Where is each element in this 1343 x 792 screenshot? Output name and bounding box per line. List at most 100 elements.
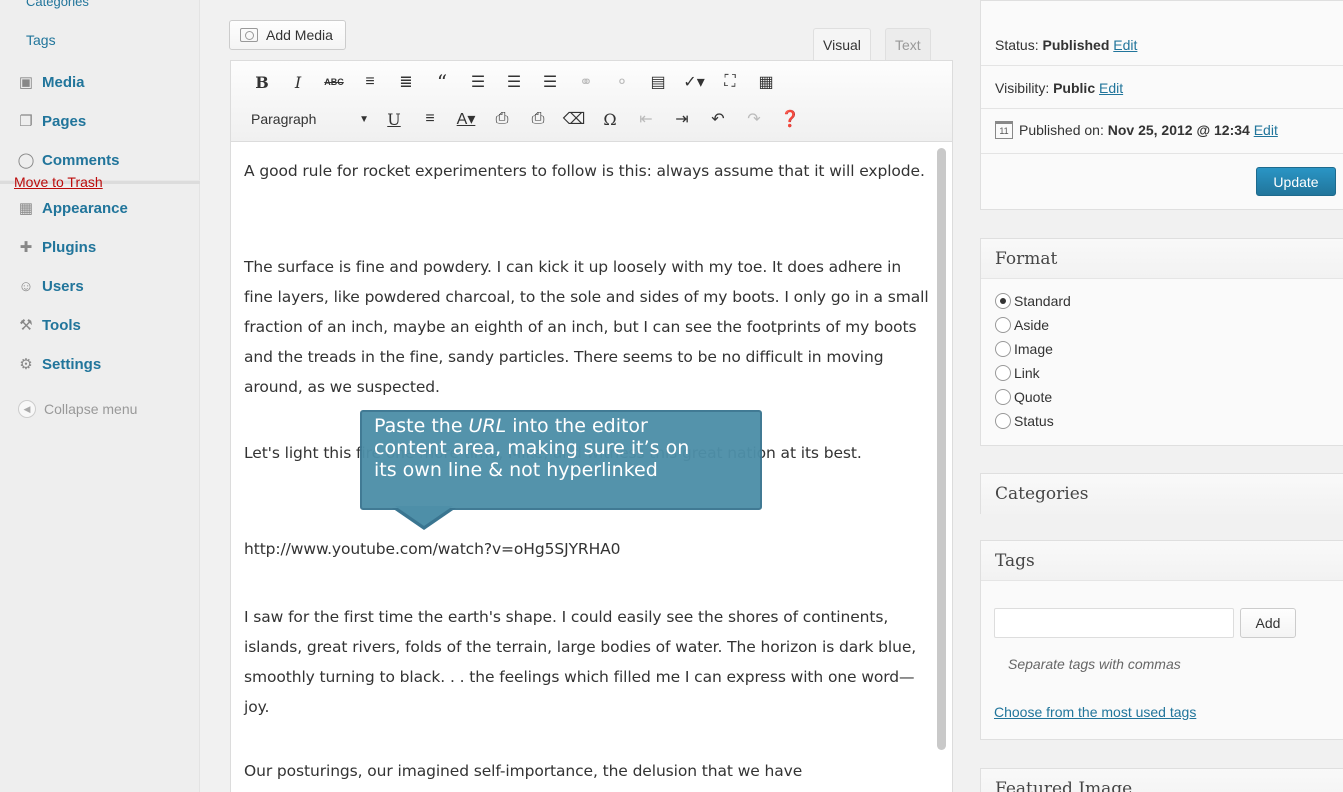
settings-icon: ⚙ — [19, 356, 33, 373]
categories-box-title[interactable]: Categories — [981, 474, 1343, 514]
content-paragraph: Our posturings, our imagined self-import… — [244, 762, 803, 780]
sidebar-item-settings[interactable]: ⚙ Settings — [16, 350, 101, 378]
undo-icon[interactable]: ↶ — [705, 107, 731, 131]
blockquote-icon[interactable]: “ — [429, 70, 455, 94]
callout-line-3: its own line & not hyperlinked — [374, 459, 658, 481]
visibility-edit-link[interactable]: Edit — [1099, 80, 1123, 96]
sidebar-item-label: Comments — [42, 151, 120, 169]
format-options: Standard Aside Image Link Quote Status — [981, 279, 1343, 433]
insert-link-icon[interactable]: ⚭ — [573, 70, 599, 94]
callout-line-1: Paste the URL into the editor — [374, 415, 648, 437]
text-color-icon[interactable]: A▾ — [453, 107, 479, 131]
categories-box[interactable]: Categories — [980, 473, 1343, 514]
italic-icon[interactable]: I — [285, 70, 311, 94]
sidebar-item-label: Settings — [42, 355, 102, 373]
format-option-status[interactable]: Status — [995, 409, 1343, 433]
move-to-trash-link[interactable]: Move to Trash — [14, 174, 103, 190]
tag-hint: Separate tags with commas — [1008, 656, 1181, 672]
status-edit-link[interactable]: Edit — [1113, 37, 1137, 53]
indent-icon[interactable]: ⇥ — [669, 107, 695, 131]
divider — [981, 108, 1343, 109]
tab-visual[interactable]: Visual — [813, 28, 871, 60]
published-on-row: 11 Published on: Nov 25, 2012 @ 12:34 Ed… — [995, 121, 1278, 139]
format-option-quote[interactable]: Quote — [995, 385, 1343, 409]
sidebar-item-users[interactable]: ☺ Users — [16, 272, 84, 300]
sidebar-item-plugins[interactable]: ✚ Plugins — [16, 233, 96, 261]
tab-text[interactable]: Text — [885, 28, 931, 60]
update-button[interactable]: Update — [1256, 167, 1336, 196]
sidebar-item-label: Users — [42, 277, 84, 295]
underline-icon[interactable]: U — [381, 107, 407, 131]
toolbar-row-2: Paragraph ▼ U ≡ A▾ ⎙ ⎙ ⌫ Ω ⇤ ⇥ ↶ ↷ ❓ — [249, 106, 813, 132]
toolbar-row-1: B I ABC ≡ ≣ “ ☰ ☰ ☰ ⚭ ⚬ ▤ ✓▾ ⛶ ▦ — [249, 69, 789, 95]
instruction-callout: Paste the URL into the editor content ar… — [360, 410, 762, 510]
media-icon: ▣ — [18, 74, 34, 91]
clear-formatting-icon[interactable]: ⌫ — [561, 107, 587, 131]
add-media-button[interactable]: Add Media — [229, 20, 346, 50]
divider — [981, 153, 1343, 154]
radio-icon — [995, 341, 1011, 357]
tags-box-title: Tags — [981, 541, 1343, 581]
fullscreen-icon[interactable]: ⛶ — [717, 70, 743, 94]
format-option-aside[interactable]: Aside — [995, 313, 1343, 337]
collapse-menu-button[interactable]: ◀ Collapse menu — [18, 400, 137, 418]
strikethrough-icon[interactable]: ABC — [321, 70, 347, 94]
redo-icon[interactable]: ↷ — [741, 107, 767, 131]
sidebar-item-comments[interactable]: ◯ Comments — [16, 146, 120, 174]
radio-icon — [995, 365, 1011, 381]
bullet-list-icon[interactable]: ≡ — [357, 70, 383, 94]
format-select-value: Paragraph — [251, 111, 317, 127]
published-edit-link[interactable]: Edit — [1254, 122, 1278, 138]
paste-word-icon[interactable]: ⎙ — [525, 107, 551, 131]
sidebar-item-pages[interactable]: ❐ Pages — [16, 107, 86, 135]
content-url-line: http://www.youtube.com/watch?v=oHg5SJYRH… — [244, 540, 621, 558]
content-paragraph: The surface is fine and powdery. I can k… — [244, 258, 929, 396]
sidebar-item-appearance[interactable]: ▦ Appearance — [16, 194, 128, 222]
calendar-icon: 11 — [995, 121, 1013, 139]
format-box-title: Format — [981, 239, 1343, 279]
special-character-icon[interactable]: Ω — [597, 107, 623, 131]
users-icon: ☺ — [18, 277, 34, 295]
sidebar-item-tags[interactable]: Tags — [26, 32, 56, 48]
help-icon[interactable]: ❓ — [777, 107, 803, 131]
format-select[interactable]: Paragraph ▼ — [249, 107, 369, 131]
visibility-row: Visibility: Public Edit — [995, 80, 1124, 96]
format-option-link[interactable]: Link — [995, 361, 1343, 385]
paste-text-icon[interactable]: ⎙ — [489, 107, 515, 131]
collapse-menu-label: Collapse menu — [44, 401, 138, 417]
format-option-image[interactable]: Image — [995, 337, 1343, 361]
plugins-icon: ✚ — [19, 239, 33, 256]
spellcheck-icon[interactable]: ✓▾ — [681, 70, 707, 94]
justify-icon[interactable]: ≡ — [417, 107, 443, 131]
align-left-icon[interactable]: ☰ — [465, 70, 491, 94]
format-box: Format Standard Aside Image Link Quote S… — [980, 238, 1343, 446]
radio-icon — [995, 389, 1011, 405]
tag-input[interactable] — [994, 608, 1234, 638]
sidebar-item-label: Appearance — [42, 199, 128, 217]
format-option-standard[interactable]: Standard — [995, 289, 1343, 313]
sidebar-item-categories[interactable]: Categories — [26, 0, 89, 9]
featured-image-title[interactable]: Featured Image — [981, 769, 1343, 792]
editor-scrollbar[interactable] — [937, 148, 946, 750]
sidebar-item-label: Pages — [42, 112, 87, 130]
outdent-icon[interactable]: ⇤ — [633, 107, 659, 131]
sidebar-item-label: Plugins — [42, 238, 97, 256]
insert-more-icon[interactable]: ▤ — [645, 70, 671, 94]
numbered-list-icon[interactable]: ≣ — [393, 70, 419, 94]
radio-icon — [995, 317, 1011, 333]
sidebar-item-label: Media — [42, 73, 85, 91]
radio-icon — [995, 413, 1011, 429]
divider — [981, 65, 1343, 66]
align-right-icon[interactable]: ☰ — [537, 70, 563, 94]
choose-most-used-tags-link[interactable]: Choose from the most used tags — [994, 704, 1196, 720]
content-paragraph: I saw for the first time the earth's sha… — [244, 608, 917, 716]
kitchen-sink-icon[interactable]: ▦ — [753, 70, 779, 94]
sidebar-item-tools[interactable]: ⚒ Tools — [16, 311, 81, 339]
add-tag-button[interactable]: Add — [1240, 608, 1296, 638]
sidebar-item-label: Tools — [42, 316, 81, 334]
align-center-icon[interactable]: ☰ — [501, 70, 527, 94]
featured-image-box[interactable]: Featured Image — [980, 768, 1343, 792]
bold-icon[interactable]: B — [249, 70, 275, 94]
sidebar-item-media[interactable]: ▣ Media — [16, 68, 85, 96]
remove-link-icon[interactable]: ⚬ — [609, 70, 635, 94]
